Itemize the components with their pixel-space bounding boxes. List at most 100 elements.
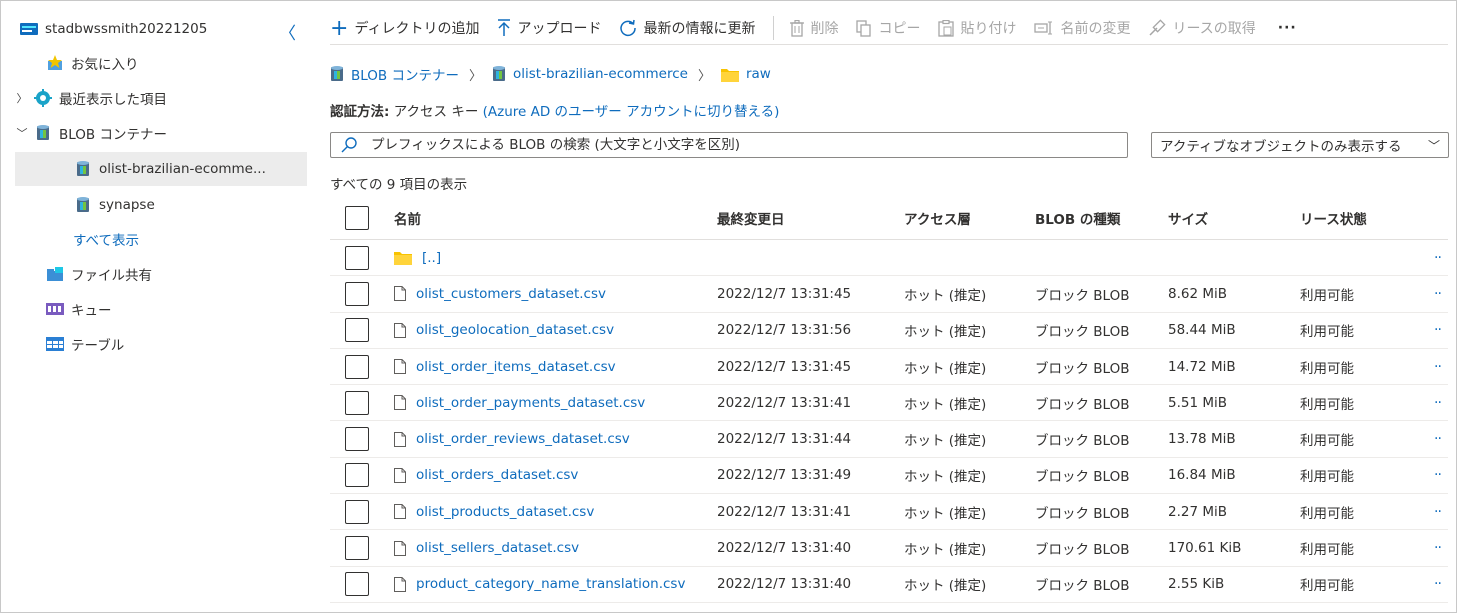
tree-item-tables[interactable]: テーブル [15, 327, 307, 361]
blob-name-link[interactable]: olist_orders_dataset.csv [416, 467, 578, 483]
lease-icon [1148, 19, 1167, 37]
table-row[interactable]: olist_products_dataset.csv 2022/12/7 13:… [330, 494, 1448, 531]
row-checkbox[interactable] [345, 494, 369, 529]
blob-type-cell: ブロック BLOB [1035, 396, 1130, 413]
blob-name-link[interactable]: olist_order_items_dataset.csv [416, 359, 616, 375]
tier-cell: ホット (推定) [904, 542, 987, 559]
table-row[interactable]: olist_order_payments_dataset.csv 2022/12… [330, 385, 1448, 422]
rename-icon [1034, 21, 1054, 35]
select-all-checkbox[interactable] [345, 196, 369, 239]
show-all-link[interactable]: すべて表示 [15, 222, 307, 256]
tree-item-storage-account[interactable]: stadbwssmith20221205 [15, 12, 307, 46]
blob-name-link[interactable]: olist_geolocation_dataset.csv [416, 322, 614, 338]
table-row[interactable]: olist_geolocation_dataset.csv 2022/12/7 … [330, 313, 1448, 349]
row-checkbox[interactable] [345, 385, 369, 420]
table-row[interactable]: olist_customers_dataset.csv 2022/12/7 13… [330, 276, 1448, 313]
tree-item-recent[interactable]: 〉 最近表示した項目 [15, 81, 307, 115]
table-header: 名前 最終変更日 アクセス層 BLOB の種類 サイズ リース状態 [330, 196, 1448, 240]
tree-item-favorites[interactable]: お気に入り [15, 46, 307, 80]
add-directory-button[interactable]: + ディレクトリの追加 [330, 16, 479, 41]
tier-cell: ホット (推定) [904, 578, 987, 595]
table-row[interactable]: product_category_name_translation.csv 20… [330, 567, 1448, 603]
row-more-button[interactable]: ·· [1434, 458, 1442, 493]
row-checkbox[interactable] [345, 349, 369, 384]
acquire-lease-button[interactable]: リースの取得 [1148, 18, 1256, 38]
row-checkbox[interactable] [345, 240, 369, 275]
size-cell: 16.84 MiB [1168, 467, 1236, 484]
copy-button[interactable]: コピー [856, 18, 920, 38]
lease-cell: 利用可能 [1300, 542, 1354, 559]
breadcrumb-olist-container[interactable]: olist-brazilian-ecommerce [492, 65, 688, 83]
tree-item-olist-container[interactable]: olist-brazilian-ecomme... [15, 152, 307, 186]
table-icon [45, 335, 65, 353]
breadcrumb-label: BLOB コンテナー [351, 68, 459, 84]
row-more-button[interactable]: ·· [1434, 421, 1442, 456]
switch-auth-link[interactable]: (Azure AD のユーザー アカウントに切り替える) [483, 104, 780, 120]
tree-item-blob-containers[interactable]: ﹀ BLOB コンテナー [15, 116, 307, 150]
column-header-size[interactable]: サイズ [1168, 196, 1208, 239]
table-row[interactable]: olist_orders_dataset.csv 2022/12/7 13:31… [330, 458, 1448, 495]
tree-item-label: 最近表示した項目 [59, 92, 167, 108]
tree-item-synapse[interactable]: synapse [15, 188, 307, 222]
blob-search-box[interactable] [330, 132, 1128, 158]
breadcrumb-blob-containers[interactable]: BLOB コンテナー [330, 64, 459, 84]
blob-name-link[interactable]: olist_order_reviews_dataset.csv [416, 431, 630, 447]
blob-container-icon [73, 196, 93, 214]
filter-selected: アクティブなオブジェクトのみ表示する [1160, 139, 1402, 155]
row-checkbox[interactable] [345, 276, 369, 311]
show-all-label[interactable]: すべて表示 [73, 229, 139, 249]
breadcrumb: BLOB コンテナー 〉 olist-brazilian-ecommerce 〉… [330, 62, 771, 86]
blob-name-link[interactable]: product_category_name_translation.csv [416, 576, 685, 592]
table-row[interactable]: olist_order_reviews_dataset.csv 2022/12/… [330, 421, 1448, 458]
blob-name-link[interactable]: olist_customers_dataset.csv [416, 286, 606, 302]
column-header-modified[interactable]: 最終変更日 [717, 196, 785, 239]
row-more-button[interactable]: ·· [1434, 349, 1442, 384]
refresh-button[interactable]: 最新の情報に更新 [619, 18, 755, 38]
row-more-button[interactable]: ·· [1434, 567, 1442, 602]
tree-item-queues[interactable]: キュー [15, 292, 307, 326]
tier-cell: ホット (推定) [904, 396, 987, 413]
delete-button[interactable]: 削除 [790, 18, 838, 38]
row-checkbox[interactable] [345, 421, 369, 456]
paste-button[interactable]: 貼り付け [938, 18, 1016, 38]
row-more-button[interactable]: ·· [1434, 276, 1442, 311]
row-more-button[interactable]: ·· [1434, 494, 1442, 529]
row-checkbox[interactable] [345, 567, 369, 602]
row-more-button[interactable]: ·· [1434, 530, 1442, 565]
chevron-right-icon[interactable]: 〉 [15, 90, 29, 106]
row-more-button[interactable]: ·· [1434, 313, 1442, 348]
blob-name-link[interactable]: olist_order_payments_dataset.csv [416, 395, 645, 411]
row-more-button[interactable]: ·· [1434, 240, 1442, 275]
more-commands-button[interactable]: ··· [1278, 20, 1297, 36]
column-header-tier[interactable]: アクセス層 [904, 196, 971, 239]
search-icon [335, 137, 363, 153]
row-checkbox[interactable] [345, 530, 369, 565]
chevron-right-icon: 〉 [697, 68, 711, 84]
column-header-lease[interactable]: リース状態 [1300, 196, 1367, 239]
row-more-button[interactable]: ·· [1434, 385, 1442, 420]
parent-folder-link[interactable]: [..] [422, 250, 441, 266]
search-input[interactable] [371, 137, 1111, 153]
tree-item-file-shares[interactable]: ファイル共有 [15, 257, 307, 291]
column-header-blob-type[interactable]: BLOB の種類 [1035, 196, 1120, 239]
tier-cell: ホット (推定) [904, 469, 987, 486]
queue-icon [45, 300, 65, 318]
upload-button[interactable]: アップロード [497, 18, 601, 38]
table-row[interactable]: olist_order_items_dataset.csv 2022/12/7 … [330, 349, 1448, 386]
blob-name-link[interactable]: olist_sellers_dataset.csv [416, 540, 579, 556]
blob-name-link[interactable]: olist_products_dataset.csv [416, 504, 594, 520]
filter-dropdown[interactable]: アクティブなオブジェクトのみ表示する ﹀ [1151, 132, 1449, 158]
breadcrumb-raw-folder[interactable]: raw [720, 66, 771, 82]
column-header-name[interactable]: 名前 [394, 196, 421, 239]
table-row[interactable]: olist_sellers_dataset.csv 2022/12/7 13:3… [330, 530, 1448, 567]
blob-container-icon [330, 65, 344, 83]
row-checkbox[interactable] [345, 458, 369, 493]
rename-button[interactable]: 名前の変更 [1034, 18, 1130, 38]
row-checkbox[interactable] [345, 313, 369, 348]
table-row-parent[interactable]: [..] ·· [330, 240, 1448, 277]
folder-icon [394, 250, 412, 266]
name-cell: olist_customers_dataset.csv [394, 276, 606, 311]
chevron-down-icon[interactable]: ﹀ [15, 125, 29, 141]
file-icon [394, 467, 406, 483]
lease-cell: 利用可能 [1300, 324, 1354, 341]
